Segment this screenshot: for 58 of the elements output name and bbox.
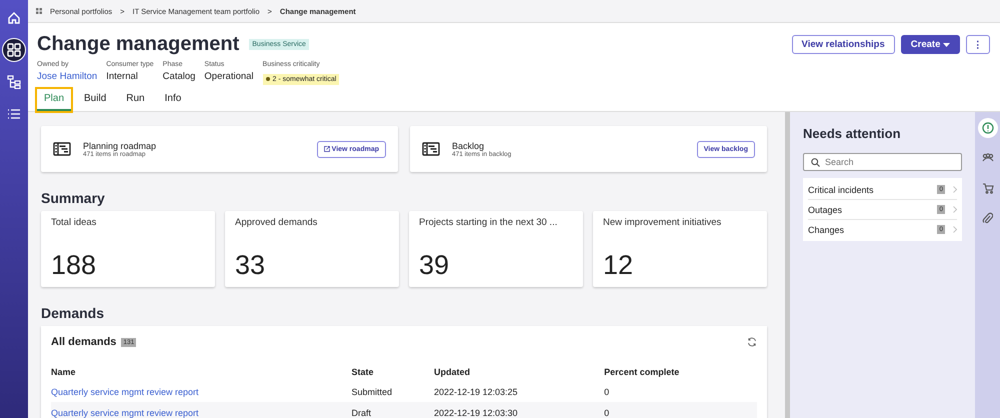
- chevron-icon: [953, 186, 957, 193]
- table-cell: 2022-12-19 12:03:25: [434, 381, 604, 402]
- chevron-icon: [953, 226, 957, 233]
- caret-icon: [943, 43, 950, 47]
- table-title: All demands: [51, 336, 116, 348]
- page-title: Change management: [37, 33, 240, 56]
- column-header: Updated: [434, 366, 471, 379]
- section-heading: Summary: [41, 190, 106, 206]
- stat-label: New improvement initiatives: [603, 217, 722, 228]
- stat-label: Approved demands: [235, 217, 318, 228]
- list-icon[interactable]: [7, 107, 21, 121]
- tab[interactable]: Run: [119, 89, 152, 111]
- nav-item[interactable]: [2, 38, 26, 62]
- table-cell: 0: [604, 381, 757, 402]
- table-cell: 2022-12-19 12:03:30: [434, 402, 604, 418]
- grid-icon: [36, 8, 42, 14]
- tab[interactable]: Plan: [37, 89, 72, 111]
- panel-title: Needs attention: [803, 126, 902, 141]
- paperclip-icon[interactable]: [982, 212, 993, 224]
- roadmap-icon: [53, 142, 71, 156]
- card-title: Backlog: [452, 140, 486, 150]
- table-cell: Draft: [351, 402, 434, 418]
- field-value: Operational: [204, 71, 254, 82]
- column-header: Name: [51, 363, 352, 381]
- stat-label: Projects starting in the next 30 ...: [419, 217, 558, 228]
- refresh-icon[interactable]: [747, 337, 757, 347]
- tab[interactable]: Info: [158, 89, 188, 111]
- table-cell: 0: [604, 402, 757, 418]
- grid-icon[interactable]: [7, 43, 21, 57]
- more-button[interactable]: ⋮: [966, 35, 990, 54]
- rail-item[interactable]: [978, 118, 998, 138]
- column-header: State: [351, 366, 374, 379]
- card-title: Planning roadmap: [83, 140, 156, 150]
- chevron-icon: [953, 206, 957, 213]
- external-link-icon: [324, 146, 330, 152]
- stat-value: 188: [51, 250, 98, 281]
- stat-label: Total ideas: [51, 217, 98, 228]
- column-header: Percent complete: [604, 366, 680, 379]
- create-button[interactable]: Create: [900, 35, 960, 54]
- tab[interactable]: Build: [77, 89, 114, 111]
- stat-value: 39: [419, 250, 450, 281]
- home-icon[interactable]: [7, 11, 21, 25]
- table-cell: Submitted: [351, 381, 434, 402]
- alert-icon[interactable]: [982, 122, 994, 134]
- people-icon[interactable]: [982, 153, 994, 163]
- owner-link[interactable]: Jose Hamilton: [37, 71, 98, 82]
- stat-value: 12: [603, 250, 634, 281]
- field-value: Internal: [106, 71, 139, 82]
- stat-value: 33: [235, 250, 266, 281]
- demand-link[interactable]: Quarterly service mgmt review report: [51, 381, 352, 402]
- field-value: Catalog: [162, 71, 196, 82]
- view-button[interactable]: View relationships: [792, 35, 895, 54]
- section-heading: Demands: [41, 305, 106, 321]
- demand-link[interactable]: Quarterly service mgmt review report: [51, 402, 352, 418]
- hierarchy-icon[interactable]: [7, 75, 21, 89]
- search-field[interactable]: Search: [803, 153, 962, 171]
- cart-icon[interactable]: [982, 182, 994, 194]
- roadmap-icon: [422, 142, 440, 156]
